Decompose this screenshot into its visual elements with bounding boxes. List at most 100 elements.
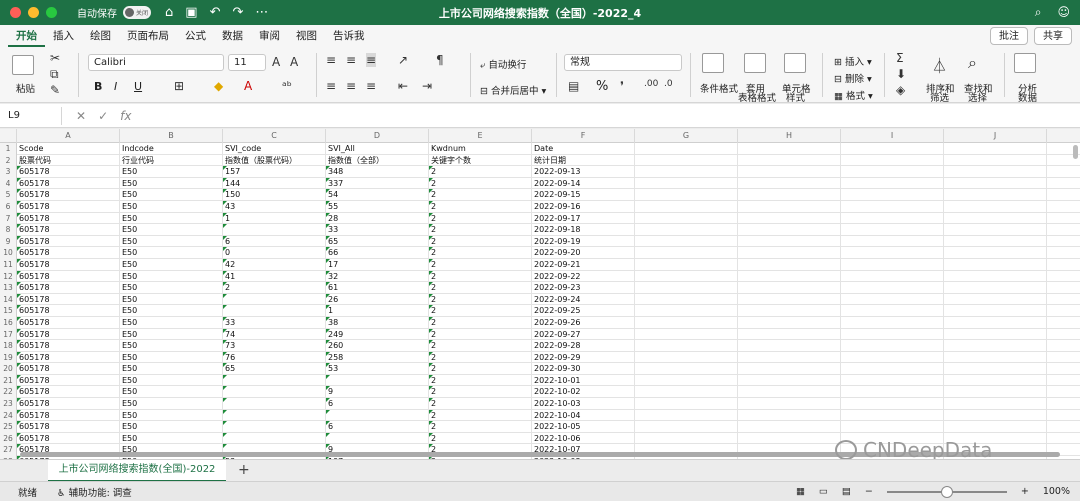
column-header-j[interactable]: J [944, 129, 1047, 143]
cell[interactable]: E50 [120, 282, 223, 294]
tab-page-layout[interactable]: 页面布局 [119, 25, 177, 47]
cell[interactable]: 2 [429, 386, 532, 399]
font-color-icon[interactable]: A [244, 79, 252, 93]
insert-cells-button[interactable]: ⊞ 插入 ▾ [834, 54, 872, 68]
sheet-tab[interactable]: 上市公司网络搜索指数(全国)-2022 [48, 460, 226, 482]
increase-indent-icon[interactable]: ⇥ [422, 79, 432, 93]
cell[interactable]: E50 [120, 374, 223, 387]
tab-insert[interactable]: 插入 [45, 25, 82, 47]
cell[interactable]: 605178 [17, 293, 120, 306]
bold-button[interactable]: B [94, 80, 102, 93]
minimize-window-button[interactable] [28, 7, 39, 18]
cell[interactable]: 54 [326, 189, 429, 201]
cell[interactable]: 38 [326, 316, 429, 329]
cell[interactable]: 2 [429, 270, 532, 283]
cell[interactable] [841, 409, 944, 422]
confirm-icon[interactable]: ✓ [98, 109, 108, 123]
cell[interactable]: 0 [223, 247, 326, 259]
cell[interactable] [841, 363, 944, 375]
cell[interactable] [635, 189, 738, 201]
cell[interactable]: 73 [223, 340, 326, 352]
cell[interactable]: 605178 [17, 374, 120, 387]
fill-icon[interactable]: ⬇ [896, 67, 906, 81]
account-icon[interactable]: ☺ [1057, 5, 1070, 20]
cell[interactable] [841, 351, 944, 364]
cell[interactable] [635, 432, 738, 445]
cell[interactable] [841, 189, 944, 201]
page-layout-view-icon[interactable]: ▭ [819, 486, 828, 497]
cell[interactable]: SVI_code [223, 143, 326, 155]
add-sheet-button[interactable]: + [238, 462, 250, 478]
font-name-select[interactable]: Calibri [88, 54, 224, 71]
cell[interactable] [738, 235, 841, 248]
cell[interactable]: 2022-09-15 [532, 189, 635, 201]
save-icon[interactable]: ▣ [185, 5, 197, 20]
cell[interactable] [738, 340, 841, 352]
row-header[interactable]: 15 [0, 305, 17, 317]
redo-icon[interactable]: ↷ [232, 5, 243, 20]
cell[interactable]: 2 [429, 398, 532, 410]
cell[interactable] [841, 166, 944, 178]
cell[interactable]: 2022-10-04 [532, 409, 635, 422]
cell[interactable]: E50 [120, 316, 223, 329]
decrease-font-icon[interactable]: A [290, 55, 298, 69]
cell[interactable]: 53 [326, 363, 429, 375]
column-header-g[interactable]: G [635, 129, 738, 143]
cell[interactable] [738, 212, 841, 225]
cell[interactable]: 55 [326, 200, 429, 213]
phonetic-icon[interactable]: ᵃᵇ [282, 79, 292, 93]
cell[interactable] [738, 293, 841, 306]
cell[interactable] [944, 351, 1047, 364]
cell[interactable] [738, 258, 841, 271]
row-header[interactable]: 2 [0, 154, 17, 167]
row-header[interactable]: 10 [0, 247, 17, 259]
name-box[interactable]: L9 [2, 106, 62, 125]
fill-color-icon[interactable]: ◆ [214, 79, 223, 93]
column-header-h[interactable]: H [738, 129, 841, 143]
cell[interactable]: 605178 [17, 432, 120, 445]
cell[interactable] [738, 177, 841, 190]
cell[interactable]: E50 [120, 398, 223, 410]
cell[interactable] [635, 154, 738, 167]
cell[interactable] [841, 282, 944, 294]
cell[interactable]: 行业代码 [120, 154, 223, 167]
cell[interactable]: 605178 [17, 247, 120, 259]
cell[interactable]: E50 [120, 212, 223, 225]
cell[interactable] [841, 143, 944, 155]
decrease-indent-icon[interactable]: ⇤ [398, 79, 408, 93]
cell[interactable]: 2022-09-13 [532, 166, 635, 178]
row-header[interactable]: 25 [0, 421, 17, 433]
cell[interactable]: 605178 [17, 270, 120, 283]
cell[interactable] [738, 154, 841, 167]
row-header[interactable]: 3 [0, 166, 17, 178]
cell[interactable] [738, 363, 841, 375]
cell[interactable]: 2 [429, 328, 532, 341]
row-header[interactable]: 22 [0, 386, 17, 399]
cell[interactable] [841, 305, 944, 317]
cell[interactable] [223, 421, 326, 433]
cell[interactable]: 2 [429, 224, 532, 236]
cell[interactable] [635, 316, 738, 329]
cell[interactable]: E50 [120, 351, 223, 364]
accessibility-status[interactable]: ♿ 辅助功能: 调查 [57, 485, 132, 499]
cell[interactable]: 348 [326, 166, 429, 178]
row-header[interactable]: 20 [0, 363, 17, 375]
cell[interactable]: 605178 [17, 200, 120, 213]
cell[interactable] [738, 143, 841, 155]
cell[interactable] [635, 305, 738, 317]
cell[interactable] [944, 363, 1047, 375]
cell[interactable]: 28 [326, 212, 429, 225]
column-header-i[interactable]: I [841, 129, 944, 143]
cell[interactable] [944, 386, 1047, 399]
align-left-icon[interactable]: ≡ [326, 79, 336, 93]
cell[interactable] [635, 351, 738, 364]
cell[interactable]: 6 [223, 235, 326, 248]
cell[interactable]: E50 [120, 235, 223, 248]
align-bottom-icon[interactable]: ≡ [366, 53, 377, 67]
cell[interactable] [944, 189, 1047, 201]
cell[interactable]: 260 [326, 340, 429, 352]
cell[interactable] [841, 340, 944, 352]
cell[interactable]: 2 [429, 316, 532, 329]
cell[interactable] [635, 340, 738, 352]
cell[interactable]: 6 [326, 398, 429, 410]
